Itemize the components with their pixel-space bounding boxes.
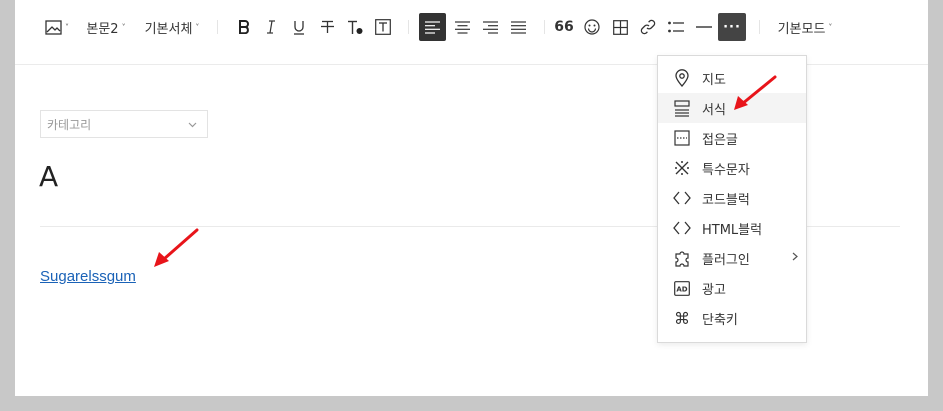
menu-item-html-block[interactable]: HTML블럭 xyxy=(658,213,806,243)
text-color-button[interactable] xyxy=(344,13,366,41)
text-background-button[interactable] xyxy=(372,13,394,41)
menu-item-fold[interactable]: 접은글 xyxy=(658,123,806,153)
menu-item-label: 서식 xyxy=(702,102,726,118)
paragraph-style-select[interactable]: 본문2 ˅ xyxy=(83,13,129,41)
smile-icon xyxy=(584,19,600,35)
menu-item-special-char[interactable]: 특수문자 xyxy=(658,153,806,183)
menu-item-shortcuts[interactable]: ⌘ 단축키 xyxy=(658,303,806,333)
align-center-icon xyxy=(455,20,470,34)
map-pin-icon xyxy=(672,68,692,88)
category-select[interactable]: 카테고리 xyxy=(40,110,208,138)
horizontal-rule-button[interactable] xyxy=(692,13,716,41)
chevron-down-icon: ˅ xyxy=(828,22,833,32)
image-icon xyxy=(45,19,62,35)
link-button[interactable] xyxy=(636,13,660,41)
more-button[interactable]: ··· xyxy=(718,13,746,41)
toolbar-divider xyxy=(759,20,760,34)
align-right-button[interactable] xyxy=(477,13,504,41)
underline-button[interactable] xyxy=(288,13,310,41)
paragraph-style-label: 본문2 xyxy=(86,21,119,37)
html-icon xyxy=(672,218,692,238)
toolbar-divider xyxy=(408,20,409,34)
menu-item-code-block[interactable]: 코드블럭 xyxy=(658,183,806,213)
horizontal-rule-icon xyxy=(696,26,712,28)
align-left-icon xyxy=(425,20,440,34)
chevron-down-icon: ˅ xyxy=(65,22,69,32)
ad-icon: AD xyxy=(672,278,692,298)
menu-item-label: HTML블럭 xyxy=(702,222,763,238)
insert-image-button[interactable]: ˅ xyxy=(42,13,72,41)
editor-frame: ˅ 본문2 ˅ 기본서체 ˅ 66 ··· 기본모드 ˅ 카테고리 A Suga… xyxy=(15,0,928,396)
chevron-down-icon xyxy=(188,111,197,140)
strikethrough-button[interactable] xyxy=(316,13,338,41)
fold-icon xyxy=(672,128,692,148)
chevron-right-icon xyxy=(792,252,798,264)
align-right-icon xyxy=(483,20,498,34)
table-button[interactable] xyxy=(608,13,632,41)
text-background-icon xyxy=(375,19,391,35)
menu-item-label: 지도 xyxy=(702,72,726,88)
underline-icon xyxy=(294,20,304,35)
menu-item-label: 단축키 xyxy=(702,312,738,328)
bold-icon xyxy=(239,20,249,34)
menu-item-label: 광고 xyxy=(702,282,726,298)
table-icon xyxy=(612,19,628,35)
annotation-arrow-link xyxy=(154,228,199,267)
bold-button[interactable] xyxy=(233,13,255,41)
menu-item-plugin[interactable]: 플러그인 xyxy=(658,243,806,273)
post-body-link[interactable]: Sugarelssgum xyxy=(40,268,136,285)
annotation-arrow-menu xyxy=(734,75,777,110)
post-title-input[interactable]: A xyxy=(39,160,58,193)
menu-item-label: 특수문자 xyxy=(702,162,750,178)
list-icon xyxy=(668,21,684,33)
more-icon: ··· xyxy=(723,19,741,35)
align-justify-icon xyxy=(511,20,526,34)
font-family-label: 기본서체 xyxy=(144,21,193,37)
category-placeholder: 카테고리 xyxy=(47,118,92,132)
chevron-down-icon: ˅ xyxy=(121,22,126,32)
bullet-list-button[interactable] xyxy=(664,13,688,41)
quote-button[interactable]: 66 xyxy=(552,13,576,41)
special-char-icon xyxy=(672,158,692,178)
menu-item-ad[interactable]: AD 광고 xyxy=(658,273,806,303)
menu-item-label: 플러그인 xyxy=(702,252,750,268)
editor-mode-select[interactable]: 기본모드 ˅ xyxy=(772,13,838,41)
svg-text:AD: AD xyxy=(676,285,687,293)
align-justify-button[interactable] xyxy=(505,13,532,41)
chevron-down-icon: ˅ xyxy=(195,22,200,32)
template-icon xyxy=(672,98,692,118)
quote-icon: 66 xyxy=(554,19,574,35)
font-family-select[interactable]: 기본서체 ˅ xyxy=(140,13,204,41)
italic-icon xyxy=(267,20,275,34)
toolbar-divider xyxy=(544,20,545,34)
menu-item-label: 접은글 xyxy=(702,132,738,148)
italic-button[interactable] xyxy=(260,13,282,41)
align-center-button[interactable] xyxy=(449,13,476,41)
menu-item-label: 코드블럭 xyxy=(702,192,750,208)
editor-mode-label: 기본모드 xyxy=(777,21,826,37)
plugin-icon xyxy=(672,248,692,268)
link-icon xyxy=(640,19,656,35)
strikethrough-icon xyxy=(320,20,334,33)
code-icon xyxy=(672,188,692,208)
emoticon-button[interactable] xyxy=(580,13,604,41)
align-left-button[interactable] xyxy=(419,13,446,41)
toolbar-divider xyxy=(217,20,218,34)
command-icon: ⌘ xyxy=(674,308,690,328)
text-color-icon xyxy=(348,20,363,34)
